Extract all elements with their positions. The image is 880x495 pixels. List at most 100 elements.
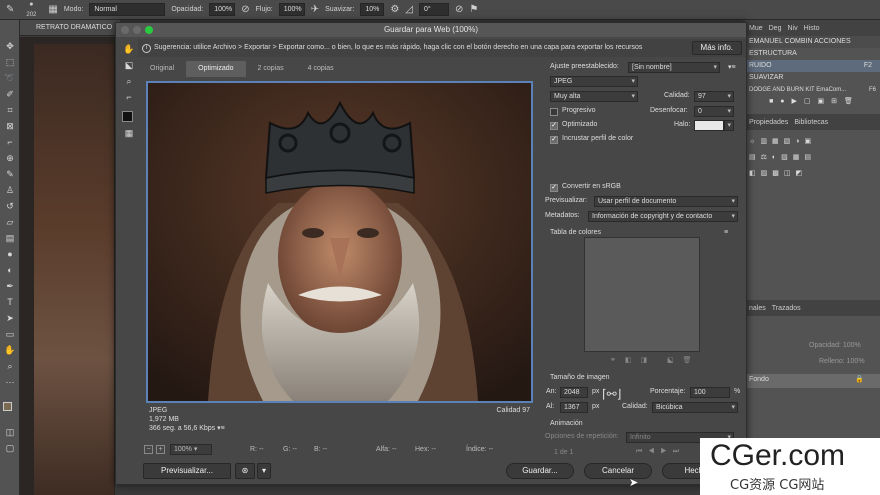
save-button[interactable]: Guardar... [506,463,574,479]
more-tools-icon[interactable]: ⋯ [3,376,17,388]
adjustments-icons-row[interactable]: ☼▥▦▧◑▣ [745,136,880,148]
preview-button[interactable]: Previsualizar... [143,463,231,479]
marquee-tool-icon[interactable]: ⬚ [3,56,17,68]
brush-preset-picker[interactable]: ● 202 [20,0,42,20]
preset-select[interactable]: [Sin nombre] [628,62,720,73]
tab-histogram[interactable]: Histo [804,25,820,32]
tab-swatches[interactable]: Mue [749,25,763,32]
tab-2-up[interactable]: 2 copias [246,61,296,77]
lasso-tool-icon[interactable]: ➰ [3,72,17,84]
zoom-tool-icon[interactable]: ⌕ [3,360,17,372]
zoom-out-button[interactable]: − [144,445,153,454]
download-speed-menu-icon[interactable]: ▾≡ [217,425,225,432]
tab-channels[interactable]: nales [749,305,766,312]
brush-tool-icon[interactable]: ✎ [6,4,14,15]
foreground-color-swatch[interactable] [3,402,12,411]
quick-select-tool-icon[interactable]: ✐ [3,88,17,100]
zoom-in-button[interactable]: + [156,445,165,454]
format-select[interactable]: JPEG [550,76,638,87]
action-item[interactable]: ESTRUCTURA [745,48,880,60]
smooth-input[interactable]: 10% [360,3,385,16]
tab-optimized[interactable]: Optimizado [186,61,246,77]
color-table-actions-icons[interactable]: ⚭◧◨ ⬕🗑 [610,356,701,364]
optimized-checkbox[interactable]: ✓ [550,122,558,130]
preset-menu-icon[interactable]: ▾≡ [728,63,736,71]
matte-dropdown[interactable] [724,120,734,131]
optimized-preview-image[interactable] [146,81,533,403]
tab-gradients[interactable]: Deg [769,25,782,32]
tab-original[interactable]: Original [138,61,186,77]
toggle-slices-icon[interactable]: ▦ [122,127,136,139]
brush-tool-sidebar-icon[interactable]: ✎ [3,168,17,180]
width-input[interactable]: 2048 [560,387,588,398]
gradient-tool-icon[interactable]: ▤ [3,232,17,244]
quality-preset-select[interactable]: Muy alta [550,91,638,102]
quality-input[interactable]: 97 [694,91,734,102]
percent-input[interactable]: 100 [690,387,730,398]
action-item[interactable]: EMANUEL COMBIN ACCIONES [745,36,880,48]
screen-mode-icon[interactable]: ▢ [3,442,17,454]
zoom-tool-icon[interactable]: ⌕ [122,75,136,87]
adjustments-icons-row[interactable]: ◧▨▩◫◩ [745,168,880,180]
browser-menu-chevron-down-icon[interactable]: ▾ [257,463,271,479]
document-tab[interactable]: RETRATO DRAMATICO [20,20,120,36]
blur-input[interactable]: 0 [694,106,734,117]
mode-select[interactable]: Normal [89,3,166,16]
frame-tool-icon[interactable]: ⊠ [3,120,17,132]
browser-icon[interactable]: ⊛ [235,463,255,479]
pressure-size-icon[interactable]: ⊘ [455,4,463,15]
constrain-proportions-link-icon[interactable]: ⌈⚯⌋ [602,388,621,400]
healing-brush-icon[interactable]: ⊕ [3,152,17,164]
action-item[interactable]: RUIDO F2 [745,60,880,72]
animation-controls-icons[interactable]: ⏮◀▶⏭ [636,448,685,456]
adjustments-icons-row[interactable]: ▤⚖◐▨▦▤ [745,152,880,164]
progressive-checkbox[interactable] [550,108,558,116]
layer-row-background[interactable]: Fondo 🔒 [745,374,880,388]
embed-profile-checkbox[interactable]: ✓ [550,136,558,144]
more-info-button[interactable]: Más info. [691,41,742,55]
tab-libraries[interactable]: Bibliotecas [794,119,828,126]
symmetry-icon[interactable]: ⚑ [469,4,478,15]
convert-srgb-checkbox[interactable]: ✓ [550,184,558,192]
quick-mask-icon[interactable]: ◫ [3,426,17,438]
pen-tool-icon[interactable]: ✒ [3,280,17,292]
action-item[interactable]: DODGE AND BURN KIT EmaCom... F6 [745,84,880,96]
blur-tool-icon[interactable]: ● [3,248,17,260]
action-item[interactable]: SUAVIZAR [745,72,880,84]
angle-input[interactable]: 0° [419,3,449,16]
eyedropper-color-swatch[interactable] [122,111,133,122]
zoom-level-select[interactable]: 100% ▾ [170,444,212,455]
move-tool-icon[interactable]: ✥ [3,40,17,52]
preview-profile-select[interactable]: Usar perfil de documento [594,196,738,207]
tab-properties[interactable]: Propiedades [749,119,788,126]
layer-fill-input[interactable]: 100% [847,358,865,365]
matte-color-swatch[interactable] [694,120,724,131]
eraser-tool-icon[interactable]: ▱ [3,216,17,228]
resample-quality-select[interactable]: Bicúbica [652,402,738,413]
cancel-button[interactable]: Cancelar [584,463,652,479]
pressure-opacity-icon[interactable]: ⊘ [241,4,249,15]
type-tool-icon[interactable]: T [3,296,17,308]
tab-4-up[interactable]: 4 copias [296,61,346,77]
minimize-button[interactable] [133,26,141,34]
shape-tool-icon[interactable]: ▭ [3,328,17,340]
maximize-button[interactable] [145,26,153,34]
metadata-select[interactable]: Información de copyright y de contacto [588,211,738,222]
brush-settings-icon[interactable]: ▦ [48,4,57,15]
airbrush-icon[interactable]: ✈ [311,4,319,15]
path-select-icon[interactable]: ➤ [3,312,17,324]
tab-levels[interactable]: Niv [787,25,797,32]
layer-opacity-input[interactable]: 100% [843,342,861,349]
dodge-tool-icon[interactable]: ◐ [3,264,17,276]
slice-select-icon[interactable]: ⬕ [122,59,136,71]
height-input[interactable]: 1367 [560,402,588,413]
color-table-menu-icon[interactable]: ≡ [724,229,728,236]
hand-tool-icon[interactable]: ✋ [122,43,136,55]
close-button[interactable] [121,26,129,34]
hand-tool-icon[interactable]: ✋ [3,344,17,356]
flow-input[interactable]: 100% [278,3,305,16]
opacity-input[interactable]: 100% [209,3,236,16]
stamp-tool-icon[interactable]: ♙ [3,184,17,196]
smoothing-options-icon[interactable]: ⚙ [390,4,399,15]
history-brush-icon[interactable]: ↺ [3,200,17,212]
